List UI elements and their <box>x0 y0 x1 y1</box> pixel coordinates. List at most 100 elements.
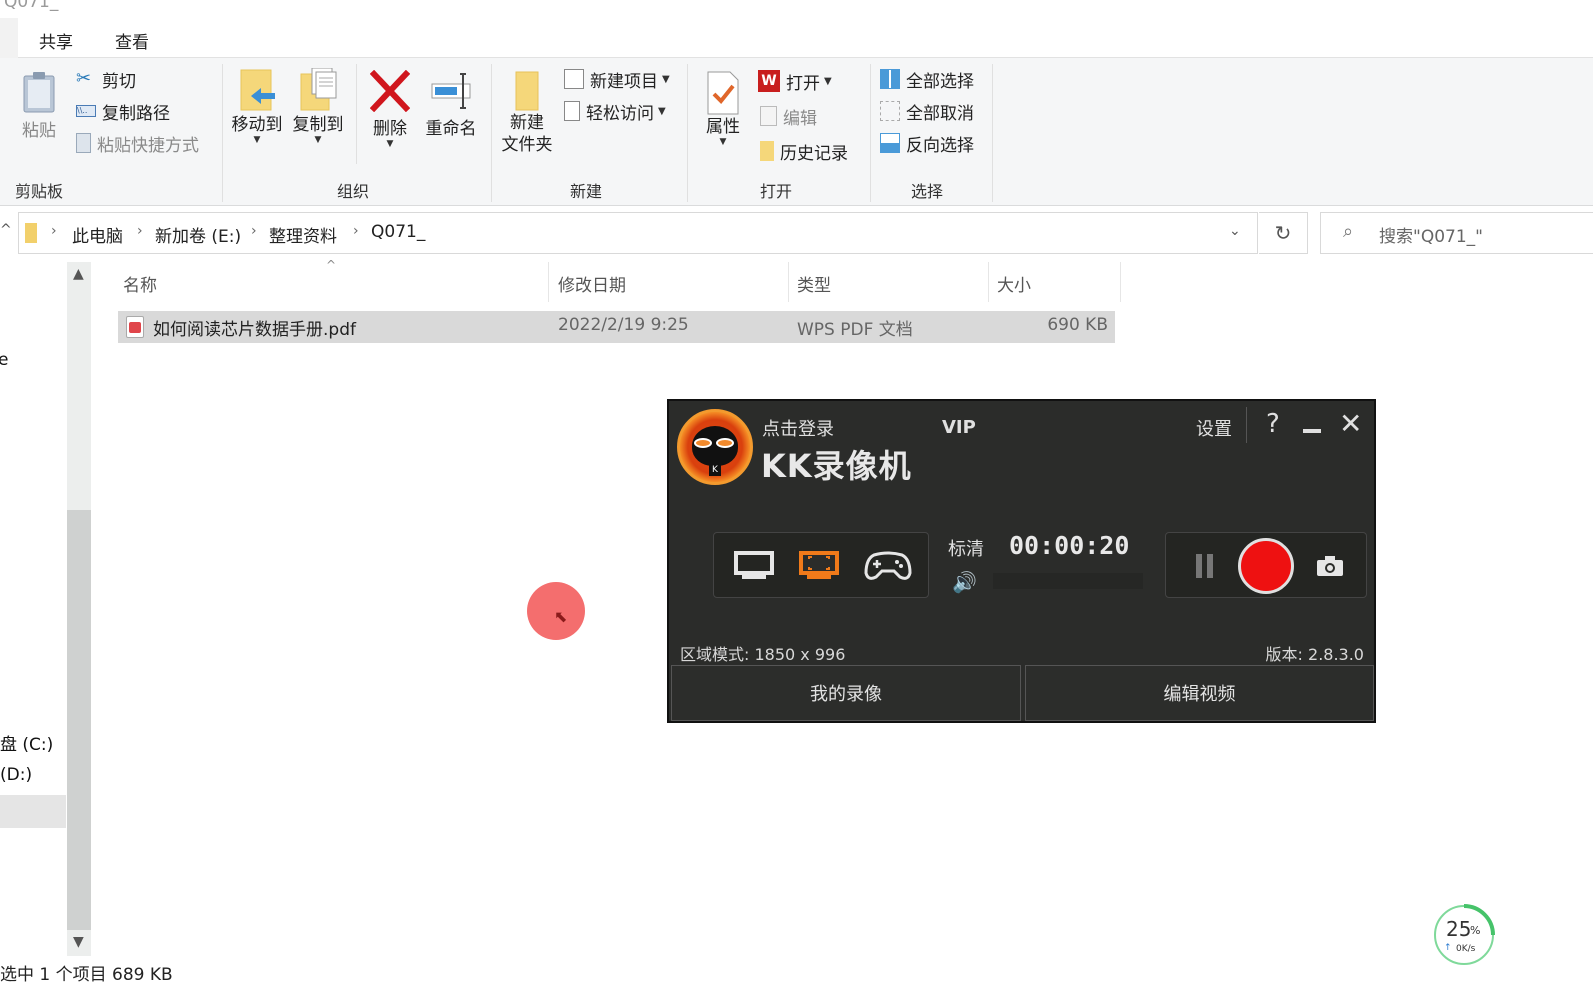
click-highlight-indicator: ⬉ <box>527 582 585 640</box>
new-folder-label-1: 新建 <box>510 113 544 133</box>
capture-mode-panel <box>713 532 929 598</box>
copy-to-button[interactable]: 复制到 ▼ <box>289 68 347 145</box>
nav-scrollbar-thumb[interactable] <box>67 510 91 930</box>
column-divider[interactable] <box>988 262 989 302</box>
breadcrumb-folder[interactable]: 整理资料 <box>269 222 337 247</box>
scissors-icon: ✂ <box>76 68 92 89</box>
search-input[interactable]: ⌕ 搜索"Q071_" <box>1320 212 1593 254</box>
dropdown-caret-icon: ▼ <box>719 137 727 147</box>
column-name[interactable]: 名称 <box>123 271 157 296</box>
help-button[interactable]: ? <box>1266 409 1280 439</box>
region-capture-icon <box>799 551 839 579</box>
column-divider[interactable] <box>548 262 549 302</box>
cut-button[interactable]: ✂ 剪切 <box>76 66 136 92</box>
region-mode-info: 区域模式: 1850 x 996 <box>680 645 846 664</box>
dropdown-caret-icon: ▼ <box>253 135 261 145</box>
edit-button[interactable]: 编辑 <box>760 103 817 129</box>
settings-button[interactable]: 设置 <box>1196 415 1232 441</box>
paste-label: 粘贴 <box>22 121 56 141</box>
chevron-right-icon[interactable]: › <box>353 223 359 239</box>
up-arrow-icon[interactable]: ^ <box>0 222 12 238</box>
breadcrumb-this-pc[interactable]: 此电脑 <box>72 222 123 247</box>
rename-button[interactable]: 重命名 <box>422 70 480 140</box>
breadcrumb-current[interactable]: Q071_ <box>371 222 425 242</box>
group-label-new: 新建 <box>570 182 603 201</box>
cut-label: 剪切 <box>102 71 136 92</box>
address-history-chevron-down-icon[interactable]: ⌄ <box>1229 223 1241 239</box>
pause-button[interactable] <box>1196 554 1214 578</box>
paste-shortcut-button[interactable]: 粘贴快捷方式 <box>76 130 199 156</box>
new-item-button[interactable]: 新建项目 ▼ <box>564 66 670 92</box>
my-recordings-button[interactable]: 我的录像 <box>671 665 1021 721</box>
record-button[interactable] <box>1238 538 1294 594</box>
select-none-button[interactable]: 全部取消 <box>880 98 974 124</box>
monitor-icon <box>734 551 774 579</box>
folder-icon <box>25 223 37 243</box>
easy-access-icon <box>564 101 580 121</box>
chevron-right-icon[interactable]: › <box>51 223 57 239</box>
address-bar[interactable]: › 此电脑 › 新加卷 (E:) › 整理资料 › Q071_ ⌄ <box>18 212 1258 254</box>
column-modified[interactable]: 修改日期 <box>558 271 626 296</box>
vip-link[interactable]: VIP <box>942 417 976 438</box>
wps-icon: W <box>758 70 780 92</box>
delete-button[interactable]: 删除 ▼ <box>364 70 416 149</box>
file-row[interactable]: 如何阅读芯片数据手册.pdf 2022/2/19 9:25 WPS PDF 文档… <box>118 311 1115 343</box>
nav-item-drive-c[interactable]: 盘 (C:) <box>0 730 53 755</box>
nav-item-partial[interactable]: e <box>0 350 8 370</box>
select-none-icon <box>880 101 900 121</box>
sort-ascending-icon: ^ <box>326 258 337 272</box>
properties-button[interactable]: 属性 ▼ <box>700 70 746 147</box>
group-divider <box>222 64 223 202</box>
open-button[interactable]: W 打开 ▼ <box>758 68 832 94</box>
fullscreen-mode-button[interactable] <box>734 551 774 585</box>
minimize-button[interactable] <box>1303 429 1321 433</box>
region-mode-button[interactable] <box>799 551 839 585</box>
move-to-button[interactable]: 移动到 ▼ <box>228 68 286 145</box>
paste-button[interactable]: 粘贴 <box>16 70 62 142</box>
nav-item-drive-e[interactable] <box>0 795 66 828</box>
edit-label: 编辑 <box>783 108 817 129</box>
file-type: WPS PDF 文档 <box>797 320 913 340</box>
column-divider[interactable] <box>1120 262 1121 302</box>
close-button[interactable]: ✕ <box>1339 407 1362 440</box>
tab-share[interactable]: 共享 <box>39 28 73 53</box>
subgroup-divider <box>356 64 357 164</box>
folder-icon <box>515 71 539 111</box>
volume-icon[interactable]: 🔊 <box>952 570 977 594</box>
invert-selection-button[interactable]: 反向选择 <box>880 130 974 156</box>
history-button[interactable]: 历史记录 <box>760 138 848 164</box>
screenshot-button[interactable] <box>1316 555 1344 581</box>
new-folder-button[interactable]: 新建 文件夹 <box>498 70 556 156</box>
column-size[interactable]: 大小 <box>997 271 1031 296</box>
refresh-icon: ↻ <box>1274 221 1292 245</box>
easy-access-button[interactable]: 轻松访问 ▼ <box>564 98 666 124</box>
new-folder-label-2: 文件夹 <box>501 135 553 155</box>
refresh-button[interactable]: ↻ <box>1259 212 1308 254</box>
column-type[interactable]: 类型 <box>797 271 831 296</box>
scroll-up-icon[interactable]: ▲ <box>73 266 84 282</box>
scroll-down-icon[interactable]: ▼ <box>73 934 84 950</box>
game-mode-button[interactable] <box>864 549 912 587</box>
column-divider[interactable] <box>788 262 789 302</box>
group-label-clipboard: 剪贴板 <box>15 182 64 201</box>
network-speed-widget[interactable]: 25 % ↑ 0K/s <box>1434 904 1495 965</box>
breadcrumb-drive-e[interactable]: 新加卷 (E:) <box>155 222 241 247</box>
select-all-button[interactable]: 全部选择 <box>880 66 974 92</box>
nav-item-drive-d[interactable]: (D:) <box>0 765 32 785</box>
audio-level-meter <box>993 573 1143 589</box>
edit-video-button[interactable]: 编辑视频 <box>1025 665 1374 721</box>
ribbon-tab-bar: 共享 查看 <box>0 18 1593 58</box>
move-to-folder-icon <box>240 69 275 111</box>
chevron-right-icon[interactable]: › <box>137 223 143 239</box>
history-label: 历史记录 <box>780 143 848 164</box>
tab-view[interactable]: 查看 <box>115 28 149 53</box>
file-size: 690 KB <box>1047 315 1108 335</box>
group-label-organize: 组织 <box>337 182 370 201</box>
ribbon: 粘贴 ✂ 剪切 \\.. 复制路径 粘贴快捷方式 剪贴板 移动到 ▼ 复制到 ▼ <box>0 58 1593 206</box>
login-link[interactable]: 点击登录 <box>762 415 834 441</box>
copy-path-button[interactable]: \\.. 复制路径 <box>76 98 170 124</box>
delete-x-icon <box>370 70 410 112</box>
chevron-right-icon[interactable]: › <box>251 223 257 239</box>
quality-selector[interactable]: 标清 <box>948 535 984 561</box>
titlebar-divider <box>1246 407 1247 443</box>
